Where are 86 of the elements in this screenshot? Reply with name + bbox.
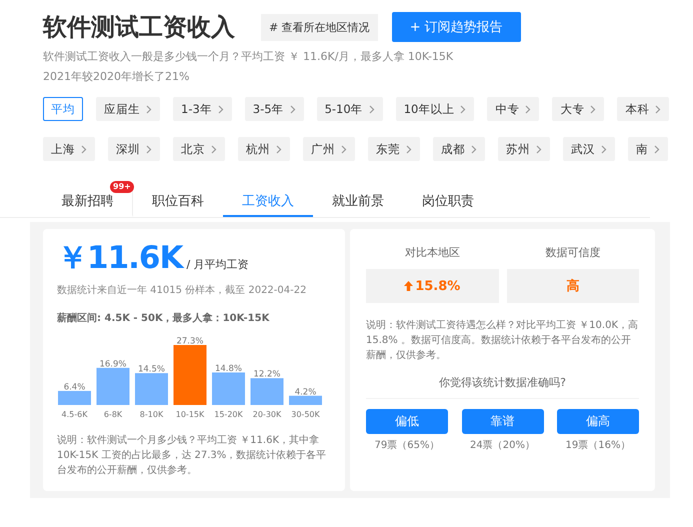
category-label: 15-20K xyxy=(214,410,243,419)
bar xyxy=(174,345,206,405)
chevron-icon xyxy=(146,144,152,154)
vote-button[interactable]: 偏低 xyxy=(366,409,448,434)
chevron-icon xyxy=(406,144,412,154)
vote-count: 19票（16%） xyxy=(564,439,632,452)
tab[interactable]: 就业前景 xyxy=(313,187,403,217)
filter-chip[interactable]: 平均 xyxy=(43,97,83,121)
chevron-icon xyxy=(655,104,662,114)
filter-chip[interactable]: 深圳 xyxy=(108,137,160,161)
chevron-icon xyxy=(460,104,466,114)
subscribe-button[interactable]: + 订阅趋势报告 xyxy=(392,12,521,42)
average-salary: ￥11.6K xyxy=(57,239,183,278)
category-label: 6-8K xyxy=(104,410,122,419)
chevron-icon xyxy=(211,144,217,154)
chevron-icon xyxy=(525,104,532,114)
salary-range: 薪酬区间: 4.5K - 50K，最多人拿：10K-15K xyxy=(57,312,270,325)
tab[interactable]: 岗位职责 xyxy=(403,187,493,217)
filter-chip[interactable]: 广州 xyxy=(303,137,355,161)
salary-unit: / 月平均工资 xyxy=(186,257,249,272)
value-label: 6.4% xyxy=(64,382,86,392)
chevron-icon xyxy=(536,144,542,154)
filter-chip[interactable]: 上海 xyxy=(43,137,95,161)
chevron-icon xyxy=(341,144,347,154)
filter-chip[interactable]: 本科 xyxy=(617,97,670,121)
category-label: 8-10K xyxy=(140,410,164,419)
bar xyxy=(96,368,130,405)
category-label: 20-30K xyxy=(252,410,282,419)
region-button[interactable]: # 查看所在地区情况 xyxy=(261,14,378,40)
filter-chip[interactable]: 成都 xyxy=(433,137,485,161)
value-label: 16.9% xyxy=(100,359,126,370)
filter-chip[interactable]: 大专 xyxy=(552,97,604,121)
stat-value: 高 xyxy=(506,269,639,303)
stat-value: 15.8% xyxy=(366,269,498,303)
filter-chip[interactable]: 东莞 xyxy=(368,137,420,161)
filter-chip[interactable]: 5-10年 xyxy=(316,97,383,121)
page-title: 软件测试工资收入 xyxy=(43,12,235,43)
value-label: 4.2% xyxy=(294,387,316,398)
category-label: 30-50K xyxy=(291,410,320,419)
filter-chip[interactable]: 3-5年 xyxy=(244,97,304,121)
filter-chip[interactable]: 应届生 xyxy=(96,97,160,121)
bar xyxy=(135,373,168,405)
up-arrow-icon xyxy=(404,281,414,291)
vote-button[interactable]: 靠谱 xyxy=(462,409,544,434)
vote-count: 24票（20%） xyxy=(469,439,536,452)
filter-chip[interactable]: 中专 xyxy=(487,97,540,121)
vote-count: 79票（65%） xyxy=(374,439,440,452)
bar xyxy=(212,372,245,405)
sample-info: 数据统计来自近一年 41015 份样本，截至 2022-04-22 xyxy=(57,284,308,297)
vote-button[interactable]: 偏高 xyxy=(557,409,639,434)
stat-label: 数据可信度 xyxy=(544,245,602,261)
filter-chip[interactable]: 杭州 xyxy=(238,137,290,161)
bar xyxy=(58,390,91,405)
value-label: 14.8% xyxy=(215,364,242,374)
stat-label: 对比本地区 xyxy=(404,245,461,261)
chevron-icon xyxy=(590,104,596,114)
salary-note: 说明：软件测试一个月多少钱？平均工资 ￥11.6K，其中拿 10K-15K 工资的占比最多，达 27.3%，数据统计依赖于各平台发布的公开薪酬，仅供参考。 xyxy=(57,434,328,478)
summary-text: 软件测试工资收入一般是多少钱一个月？平均工资 ￥ 11.6K/月，最多人拿 10K-15K xyxy=(43,49,454,64)
chevron-icon xyxy=(471,144,477,154)
chevron-icon xyxy=(654,144,660,154)
count-badge: 99+ xyxy=(110,181,134,193)
survey-question: 你觉得该统计数据准确吗? xyxy=(366,375,639,399)
filter-chip[interactable]: 北京 xyxy=(173,137,225,161)
category-label: 4.5-6K xyxy=(62,410,88,419)
value-label: 14.5% xyxy=(138,364,165,375)
filter-chip[interactable]: 武汉 xyxy=(563,137,615,161)
bar xyxy=(289,396,322,405)
filter-chip[interactable]: 10年以上 xyxy=(396,97,474,121)
value-label: 27.3% xyxy=(176,336,204,346)
chevron-icon xyxy=(601,144,607,154)
chevron-icon xyxy=(276,144,282,154)
tab[interactable]: 工资收入 xyxy=(223,187,313,217)
chevron-icon xyxy=(290,104,296,114)
chevron-icon xyxy=(368,104,375,114)
comparison-note: 说明：软件测试工资待遇怎么样？对比平均工资 ￥10.0K，高 15.8% 。数据可信度高。数据统计依赖于各平台发布的公开薪酬，仅供参考。 xyxy=(366,318,639,363)
tab[interactable]: 职位百科 xyxy=(133,187,223,217)
summary-text: 2021年较2020年增长了21% xyxy=(43,69,190,84)
chevron-icon xyxy=(218,104,224,114)
filter-chip[interactable]: 1-3年 xyxy=(173,97,232,121)
chevron-icon xyxy=(81,144,87,154)
category-label: 10-15K xyxy=(176,410,204,419)
filter-chip[interactable]: 南 xyxy=(628,137,668,161)
chevron-icon xyxy=(146,104,152,114)
filter-chip[interactable]: 苏州 xyxy=(498,137,550,161)
value-label: 12.2% xyxy=(254,370,280,380)
bar xyxy=(250,378,284,405)
